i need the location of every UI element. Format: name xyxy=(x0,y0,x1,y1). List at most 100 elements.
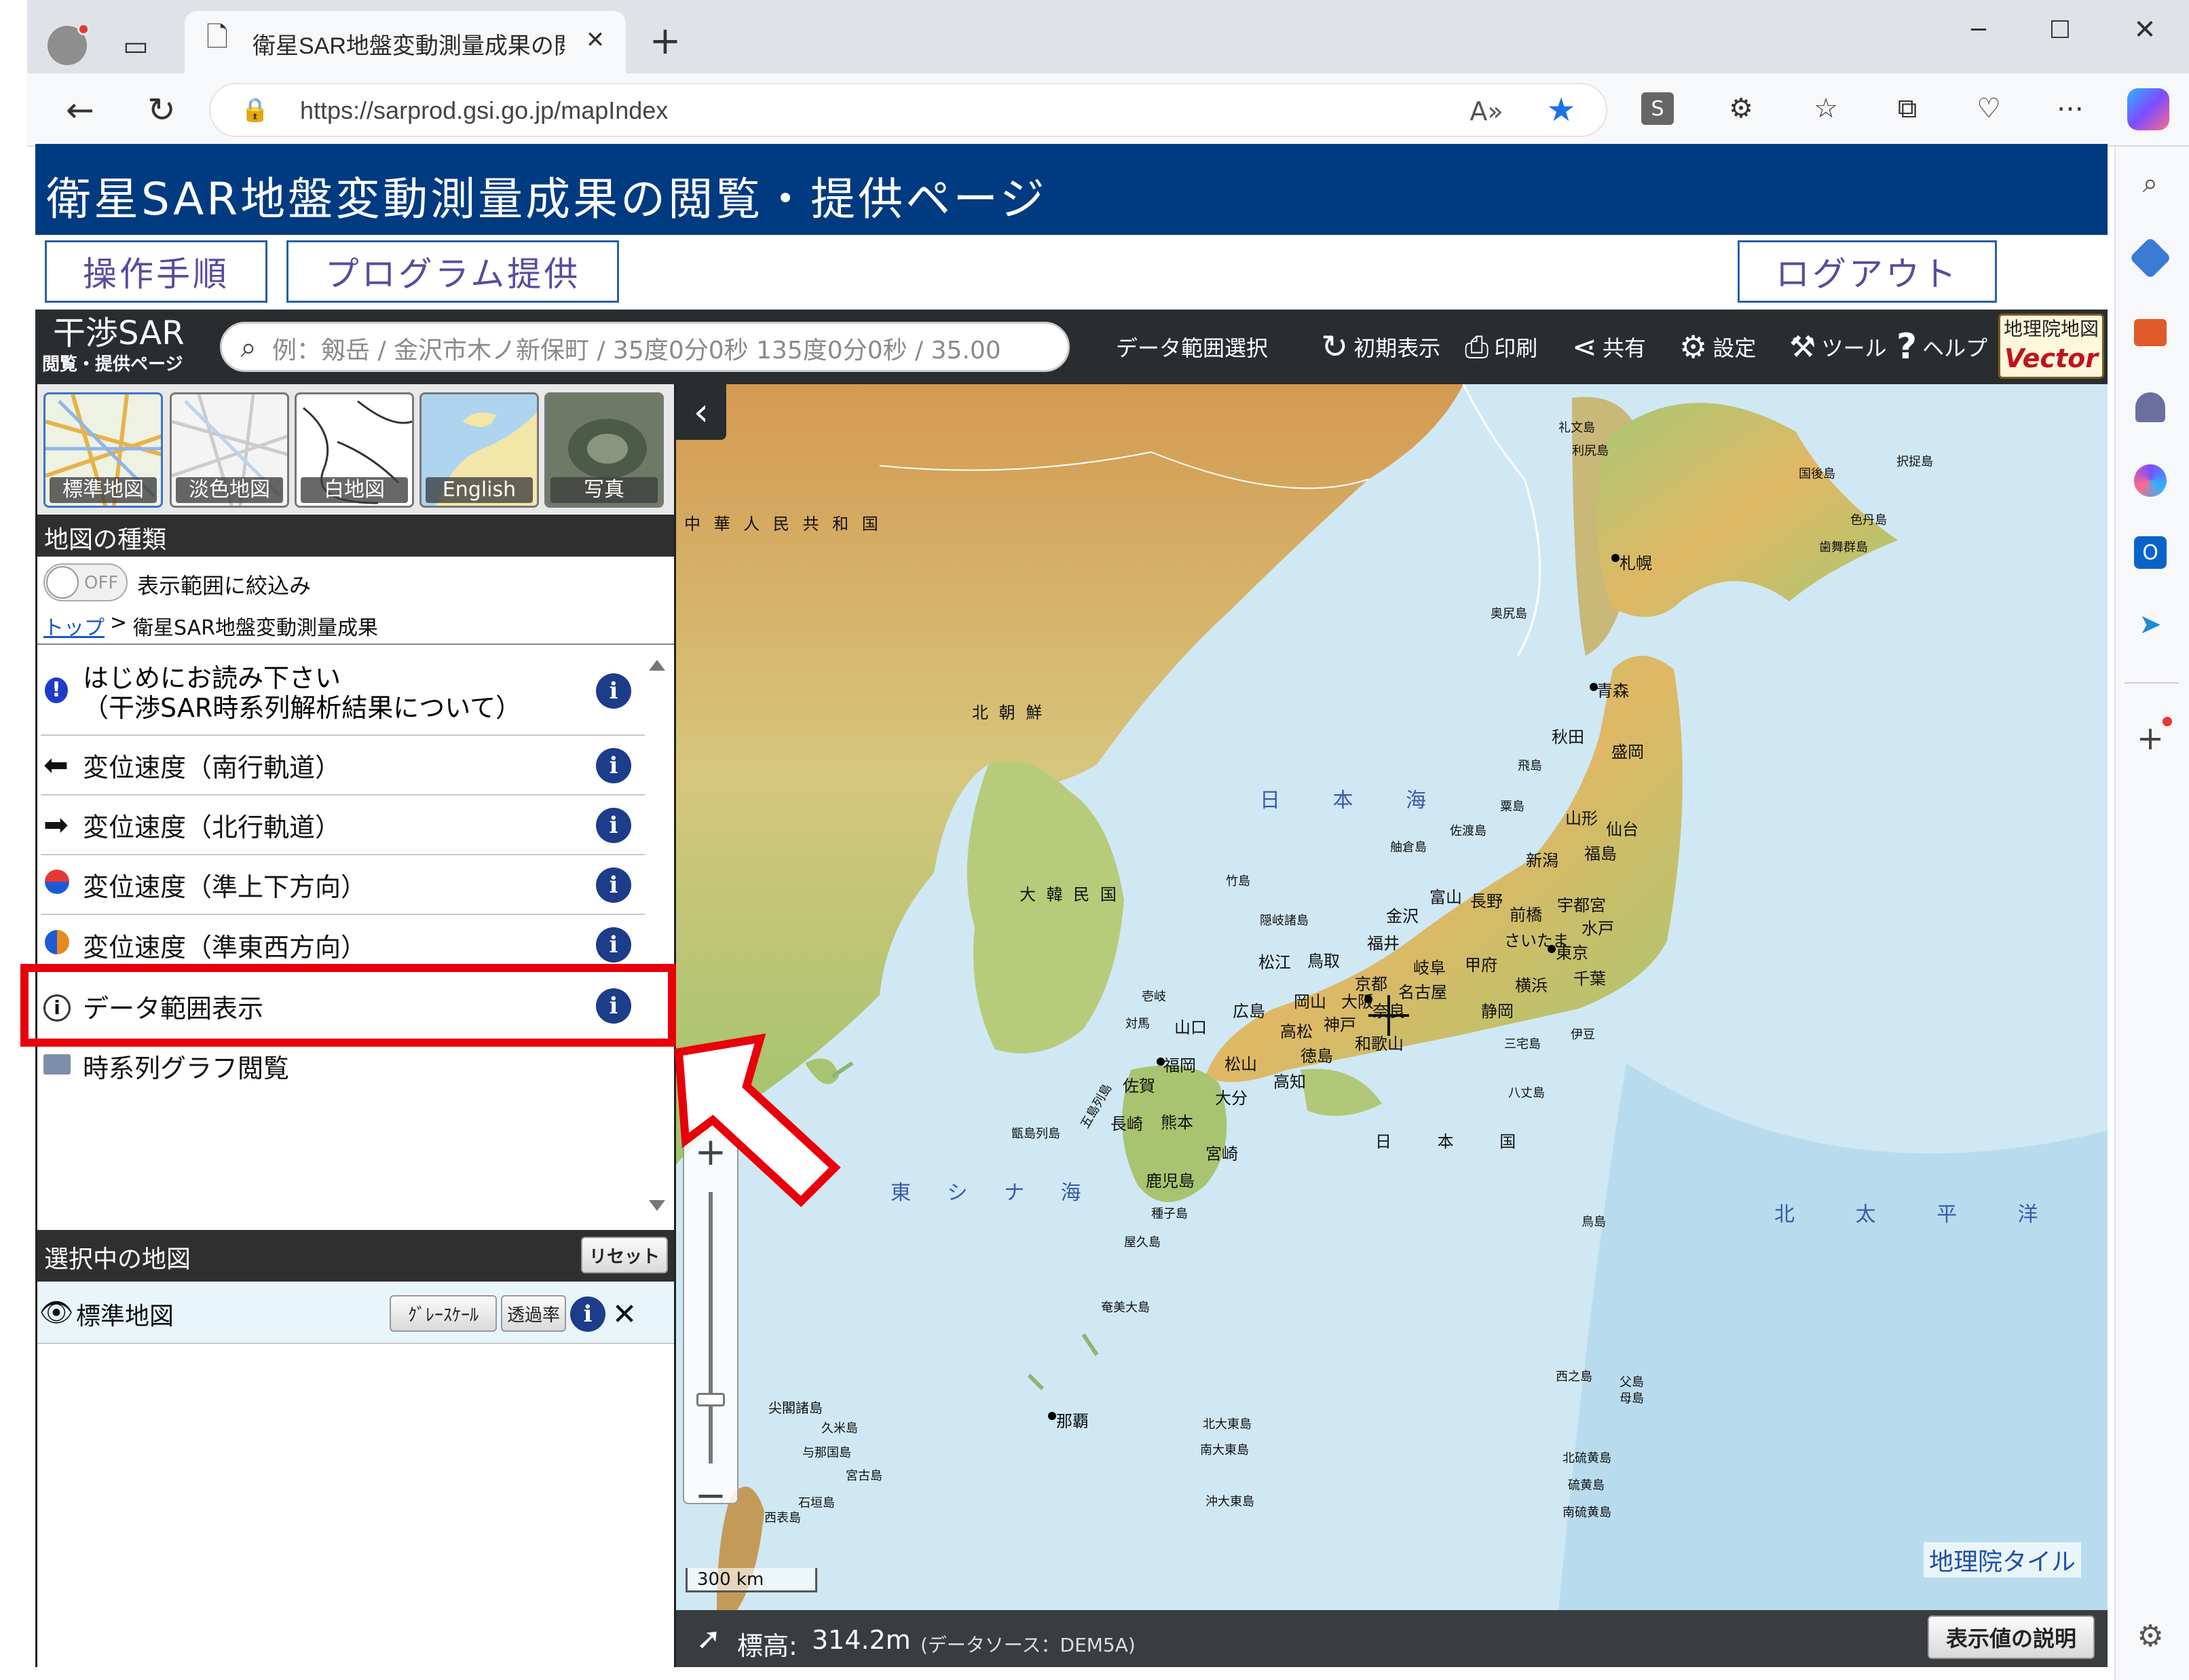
label-kunashiri: 国後島 xyxy=(1799,467,1835,481)
label-okayama: 岡山 xyxy=(1294,992,1326,1011)
folder-time-series[interactable]: 時系列グラフ閲覧 xyxy=(41,1036,645,1096)
zoom-slider-handle[interactable] xyxy=(696,1393,725,1406)
initial-view-button[interactable]: ↻ 初期表示 xyxy=(1321,327,1440,367)
descending-info-icon[interactable]: i xyxy=(596,748,631,783)
explain-values-button[interactable]: 表示値の説明 xyxy=(1928,1616,2095,1659)
label-chichijima: 父島 xyxy=(1620,1375,1644,1389)
tab-actions-icon[interactable]: ▭ xyxy=(117,27,155,65)
sidebar-send-icon[interactable]: ➤ xyxy=(2134,608,2167,641)
tools-button[interactable]: ⚒ ツール xyxy=(1789,327,1886,367)
label-sado: 佐渡島 xyxy=(1450,824,1486,838)
zoom-slider-track[interactable] xyxy=(709,1192,713,1463)
label-kanazawa: 金沢 xyxy=(1386,907,1419,926)
page-title: 衛星SAR地盤変動測量成果の閲覧・提供ページ xyxy=(35,144,2108,235)
city-dot-sapporo xyxy=(1611,554,1620,562)
data-range-select-button[interactable]: データ範囲選択 xyxy=(1116,333,1268,361)
settings-button[interactable]: ⚙ 設定 xyxy=(1679,327,1756,367)
label-iki: 壱岐 xyxy=(1142,990,1166,1004)
label-saga: 佐賀 xyxy=(1123,1077,1155,1096)
basemap-standard-label: 標準地図 xyxy=(50,477,157,503)
basemap-english[interactable]: English xyxy=(419,392,539,508)
breadcrumb-divider xyxy=(37,643,674,645)
layer-row-readme[interactable]: ! はじめにお読み下さい （干渉SAR時系列解析結果について） i xyxy=(41,646,645,736)
copilot-icon[interactable] xyxy=(2127,88,2169,130)
scroll-up-icon[interactable] xyxy=(649,660,665,671)
print-label: 印刷 xyxy=(1494,335,1538,361)
zoom-out-button[interactable]: − xyxy=(686,1470,736,1520)
sidebar-settings-icon[interactable]: ⚙ xyxy=(2131,1617,2169,1655)
sidebar-search-icon[interactable]: ⌕ xyxy=(2130,163,2171,204)
profile-avatar-icon[interactable] xyxy=(48,23,90,65)
layer-row-vertical[interactable]: 変位速度（準上下方向） i xyxy=(41,855,645,915)
more-menu-icon[interactable]: ⋯ xyxy=(2050,88,2091,129)
label-awashima: 粟島 xyxy=(1500,800,1524,814)
maximize-button[interactable]: ☐ xyxy=(2036,10,2084,50)
remove-map-icon[interactable]: ✕ xyxy=(608,1296,641,1332)
sidebar-divider xyxy=(2125,682,2179,684)
sidebar-copilot-icon[interactable] xyxy=(2134,464,2167,497)
browser-essentials-icon[interactable]: ♡ xyxy=(1968,88,2009,129)
breadcrumb-separator: > xyxy=(110,611,128,635)
back-button[interactable]: ← xyxy=(58,88,102,132)
map-view[interactable]: 中 華 人 民 共 和 国 北 朝 鮮 大 韓 民 国 日 本 海 東 シ ナ … xyxy=(676,384,2108,1610)
sidebar-outlook-icon[interactable]: O xyxy=(2134,536,2167,569)
scroll-down-icon[interactable] xyxy=(649,1200,665,1211)
print-button[interactable]: ⎙ 印刷 xyxy=(1465,327,1537,367)
label-north-korea: 北 朝 鮮 xyxy=(972,703,1045,722)
share-button[interactable]: ⋖ 共有 xyxy=(1572,327,1646,367)
toggle-knob xyxy=(46,566,79,599)
layer-row-ascending[interactable]: ➡ 変位速度（北行軌道） i xyxy=(41,796,645,855)
basemap-pale[interactable]: 淡色地図 xyxy=(170,392,289,508)
favorites-icon[interactable]: ☆ xyxy=(1806,88,1846,129)
breadcrumb-top-link[interactable]: トップ xyxy=(43,611,105,641)
label-ioto: 硫黄島 xyxy=(1568,1478,1605,1493)
reload-button[interactable]: ↻ xyxy=(140,88,183,132)
city-dot-tokyo xyxy=(1548,945,1556,953)
manual-button[interactable]: 操作手順 xyxy=(45,240,267,303)
basemap-photo[interactable]: 写真 xyxy=(544,392,664,508)
logout-button[interactable]: ログアウト xyxy=(1738,240,1997,303)
readme-info-icon[interactable]: i xyxy=(596,673,631,709)
search-input[interactable]: 例：剱岳 / 金沢市木ノ新保町 / 35度0分0秒 135度0分0秒 / 35.… xyxy=(220,322,1070,372)
extension-s-icon[interactable]: S xyxy=(1641,92,1674,125)
address-bar[interactable]: 🔒 https://sarprod.gsi.go.jp/mapIndex A» … xyxy=(209,83,1607,137)
help-button[interactable]: ? ヘルプ xyxy=(1896,326,1987,367)
grayscale-button[interactable]: ｸﾞﾚｰｽｹｰﾙ xyxy=(390,1295,497,1332)
label-kitaio: 北硫黄島 xyxy=(1563,1451,1611,1466)
app-logo[interactable]: 干渉SAR 閲覧・提供ページ xyxy=(42,314,212,381)
browser-tab[interactable]: 🗋 衛星SAR地盤変動測量成果の閲覧 ✕ xyxy=(185,11,626,73)
selected-map-info-icon[interactable]: i xyxy=(570,1296,605,1332)
label-iriomote: 西表島 xyxy=(764,1511,801,1525)
label-kobe: 神戸 xyxy=(1324,1015,1356,1034)
label-hachijojima: 八丈島 xyxy=(1508,1086,1545,1100)
read-aloud-icon[interactable]: A» xyxy=(1466,91,1507,132)
filter-toggle[interactable]: OFF xyxy=(43,563,128,601)
browser-sidebar xyxy=(2114,147,2189,1680)
toggle-state: OFF xyxy=(84,573,119,593)
layer-row-descending[interactable]: ⬅ 変位速度（南行軌道） i xyxy=(41,736,645,796)
new-tab-button[interactable]: + xyxy=(645,19,686,63)
tab-close-icon[interactable]: ✕ xyxy=(578,23,612,57)
tools-label: ツール xyxy=(1821,335,1887,361)
extensions-icon[interactable]: ⚙ xyxy=(1721,88,1761,129)
label-torishima: 鳥島 xyxy=(1582,1215,1606,1229)
ascending-info-icon[interactable]: i xyxy=(596,808,631,843)
collections-icon[interactable]: ⧉ xyxy=(1887,88,1928,129)
eastwest-info-icon[interactable]: i xyxy=(596,927,631,963)
minimize-button[interactable]: ─ xyxy=(1955,10,2002,50)
eye-icon[interactable]: 👁 xyxy=(39,1296,74,1328)
close-window-button[interactable]: ✕ xyxy=(2121,10,2169,50)
basemap-standard[interactable]: 標準地図 xyxy=(43,392,163,508)
label-kitadaito: 北大東島 xyxy=(1203,1417,1252,1432)
attribution-link[interactable]: 地理院タイル xyxy=(1924,1542,2082,1578)
sidebar-tools-icon[interactable] xyxy=(2134,319,2167,346)
sidebar-games-icon[interactable] xyxy=(2135,392,2165,422)
program-button[interactable]: プログラム提供 xyxy=(286,240,619,303)
favorite-star-icon[interactable]: ★ xyxy=(1541,90,1582,130)
basemap-blank[interactable]: 白地図 xyxy=(295,392,414,508)
reset-button[interactable]: リセット xyxy=(581,1237,668,1273)
opacity-button[interactable]: 透過率 xyxy=(501,1295,566,1332)
collapse-panel-button[interactable]: ‹ xyxy=(676,384,726,440)
vertical-info-icon[interactable]: i xyxy=(596,867,631,903)
vector-badge[interactable]: 地理院地図 Vector xyxy=(1998,314,2104,379)
